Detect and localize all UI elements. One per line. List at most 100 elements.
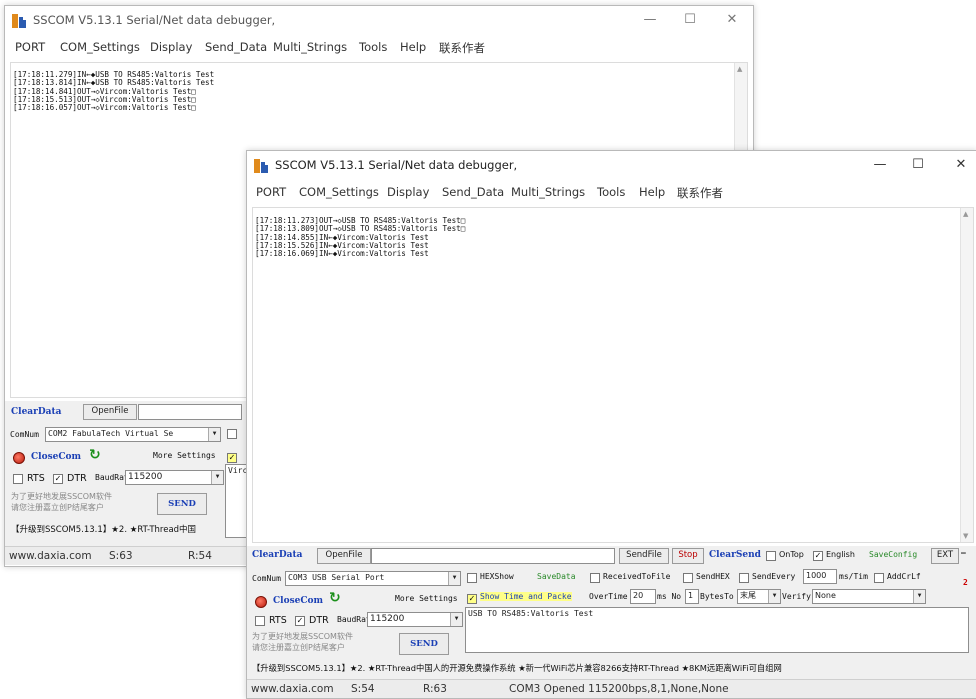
chevron-down-icon[interactable]: ▼ xyxy=(211,471,223,484)
open-file-button[interactable]: OpenFile xyxy=(317,548,371,564)
clear-send-button[interactable]: ClearSend xyxy=(709,550,761,560)
send-every-checkbox[interactable] xyxy=(739,573,749,583)
chevron-down-icon[interactable]: ▼ xyxy=(450,613,462,626)
scroll-up-icon[interactable]: ▲ xyxy=(963,210,968,218)
checkbox[interactable] xyxy=(227,429,237,439)
title-bar[interactable]: SSCOM V5.13.1 Serial/Net data debugger, … xyxy=(247,151,976,181)
english-label: English xyxy=(826,550,855,559)
overtime-input[interactable]: 20 xyxy=(630,589,656,604)
minimize-icon[interactable]: — xyxy=(867,155,893,175)
log-line: [17:18:16.069]IN←◆Vircom:Valtoris Test xyxy=(255,249,429,259)
save-data-button[interactable]: SaveData xyxy=(537,572,576,581)
refresh-icon[interactable]: ↻ xyxy=(89,447,101,463)
ext-button[interactable]: EXT xyxy=(931,548,959,564)
tail-select[interactable]: 末尾 ▼ xyxy=(737,589,781,604)
show-time-checkbox[interactable]: ✓ xyxy=(227,453,237,463)
status-bar: www.daxia.com S:54 R:63 COM3 Opened 1152… xyxy=(247,679,976,698)
scroll-down-icon[interactable]: ▼ xyxy=(963,532,968,540)
show-time-checkbox[interactable]: ✓ xyxy=(467,594,477,604)
send-text-input[interactable]: USB TO RS485:Valtoris Test xyxy=(465,607,969,653)
menu-send-data[interactable]: Send_Data xyxy=(442,185,504,199)
on-top-checkbox[interactable] xyxy=(766,551,776,561)
open-file-button[interactable]: OpenFile xyxy=(83,404,137,420)
menu-multi-strings[interactable]: Multi_Strings xyxy=(511,185,585,199)
com-num-label: ComNum xyxy=(10,430,39,439)
send-button[interactable]: SEND xyxy=(157,493,207,515)
clear-data-button[interactable]: ClearData xyxy=(11,407,62,417)
refresh-icon[interactable]: ↻ xyxy=(329,590,341,606)
close-com-indicator-icon xyxy=(13,452,25,464)
menu-contact-author[interactable]: 联系作者 xyxy=(439,40,485,56)
port-status: COM3 Opened 115200bps,8,1,None,None xyxy=(509,683,729,695)
stop-button[interactable]: Stop xyxy=(672,548,704,564)
menu-send-data[interactable]: Send_Data xyxy=(205,40,267,54)
close-icon[interactable]: ✕ xyxy=(948,155,974,175)
interval-input[interactable]: 1000 xyxy=(803,569,837,584)
chevron-down-icon[interactable]: ▼ xyxy=(768,590,780,603)
com-port-select[interactable]: COM3 USB Serial Port ▼ xyxy=(285,571,461,586)
save-config-button[interactable]: SaveConfig xyxy=(869,550,917,559)
overtime-label: OverTime xyxy=(589,592,628,601)
received-count: R:54 xyxy=(188,550,212,562)
menu-com-settings[interactable]: COM_Settings xyxy=(299,185,379,199)
dtr-checkbox[interactable]: ✓ xyxy=(53,474,63,484)
menu-display[interactable]: Display xyxy=(387,185,429,199)
control-panel: ClearData OpenFile SendFile Stop ClearSe… xyxy=(247,546,976,680)
hex-show-checkbox[interactable] xyxy=(467,573,477,583)
send-button[interactable]: SEND xyxy=(399,633,449,655)
com-port-select[interactable]: COM2 FabulaTech Virtual Se ▼ xyxy=(45,427,221,442)
website-link[interactable]: www.daxia.com xyxy=(9,550,92,562)
menu-port[interactable]: PORT xyxy=(15,40,45,54)
menu-multi-strings[interactable]: Multi_Strings xyxy=(273,40,347,54)
baud-rate-select[interactable]: 115200 ▼ xyxy=(125,470,224,485)
rts-checkbox[interactable] xyxy=(13,474,23,484)
menu-com-settings[interactable]: COM_Settings xyxy=(60,40,140,54)
sscom-app-icon xyxy=(254,159,268,173)
close-com-button[interactable]: CloseCom xyxy=(273,596,323,606)
english-checkbox[interactable]: ✓ xyxy=(813,551,823,561)
on-top-label: OnTop xyxy=(779,550,804,559)
chevron-down-icon[interactable]: ▼ xyxy=(913,590,925,603)
send-hex-checkbox[interactable] xyxy=(683,573,693,583)
send-file-button[interactable]: SendFile xyxy=(619,548,669,564)
more-settings-button[interactable]: More Settings xyxy=(153,451,216,460)
title-bar[interactable]: SSCOM V5.13.1 Serial/Net data debugger, … xyxy=(5,6,753,36)
menu-tools[interactable]: Tools xyxy=(597,185,625,199)
minimize-icon[interactable]: — xyxy=(637,10,663,30)
menu-contact-author[interactable]: 联系作者 xyxy=(677,185,723,201)
receive-log[interactable]: [17:18:11.273]OUT→◇USB TO RS485:Valtoris… xyxy=(252,207,974,543)
chevron-down-icon[interactable]: ▼ xyxy=(208,428,220,441)
dtr-label: DTR xyxy=(67,473,87,484)
website-link[interactable]: www.daxia.com xyxy=(251,683,334,695)
menu-help[interactable]: Help xyxy=(639,185,665,199)
dtr-label: DTR xyxy=(309,615,329,626)
close-com-button[interactable]: CloseCom xyxy=(31,452,81,462)
ticker-text: 【升级到SSCOM5.13.1】★2. ★RT-Thread中国人的开源免费操作… xyxy=(252,663,782,673)
bytes-input[interactable]: 1 xyxy=(685,589,699,604)
menu-help[interactable]: Help xyxy=(400,40,426,54)
baud-rate-select[interactable]: 115200 ▼ xyxy=(367,612,463,627)
file-path-field[interactable] xyxy=(138,404,242,420)
menu-display[interactable]: Display xyxy=(150,40,192,54)
collapse-icon[interactable]: — xyxy=(961,548,966,557)
verify-label: Verify xyxy=(782,592,811,601)
verify-select[interactable]: None ▼ xyxy=(812,589,926,604)
send-every-label: SendEvery xyxy=(752,572,796,581)
chevron-down-icon[interactable]: ▼ xyxy=(448,572,460,585)
menu-port[interactable]: PORT xyxy=(256,185,286,199)
dtr-checkbox[interactable]: ✓ xyxy=(295,616,305,626)
baud-rate-label: BaudRat xyxy=(95,473,129,482)
clear-data-button[interactable]: ClearData xyxy=(252,550,303,560)
close-icon[interactable]: ✕ xyxy=(719,10,745,30)
rts-checkbox[interactable] xyxy=(255,616,265,626)
menu-tools[interactable]: Tools xyxy=(359,40,387,54)
maximize-icon[interactable]: ☐ xyxy=(677,10,703,30)
received-to-file-checkbox[interactable] xyxy=(590,573,600,583)
more-settings-button[interactable]: More Settings xyxy=(395,594,458,603)
scroll-up-icon[interactable]: ▲ xyxy=(737,65,742,73)
log-scrollbar[interactable]: ▲ ▼ xyxy=(960,208,973,542)
menu-bar: PORT COM_Settings Display Send_Data Mult… xyxy=(5,36,753,58)
maximize-icon[interactable]: ☐ xyxy=(905,155,931,175)
add-crlf-checkbox[interactable] xyxy=(874,573,884,583)
file-path-field[interactable] xyxy=(371,548,615,564)
